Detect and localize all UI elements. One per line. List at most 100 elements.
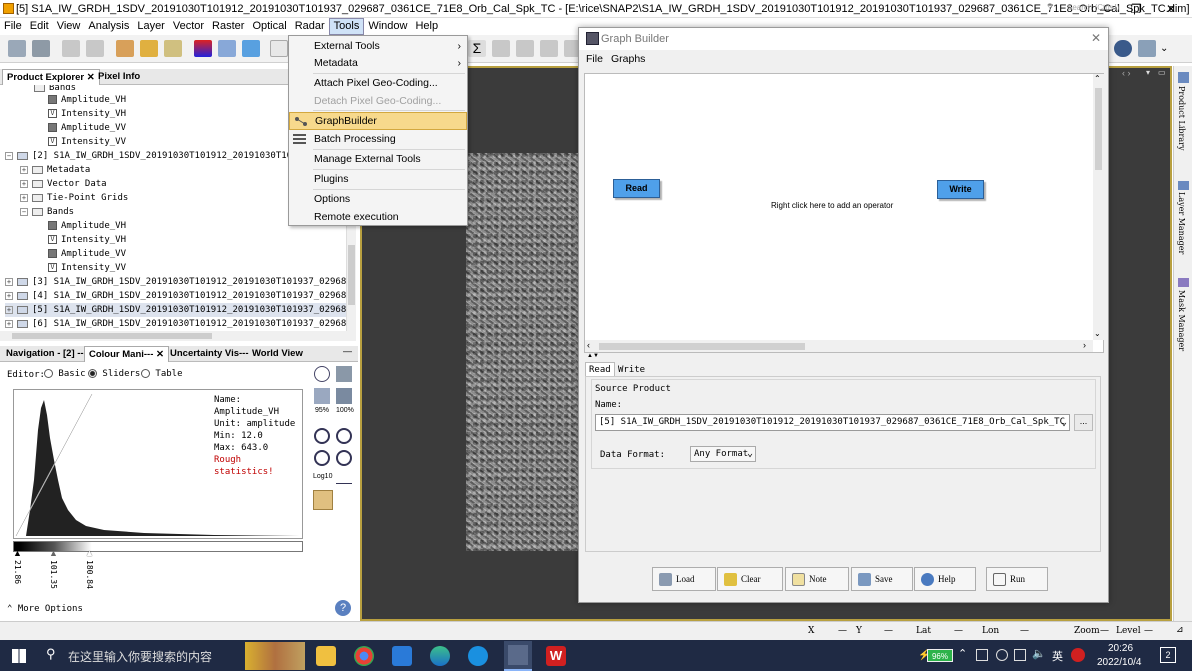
- chart-icon[interactable]: [270, 40, 288, 57]
- gb-tab-read[interactable]: Read: [585, 362, 615, 377]
- menu-optical[interactable]: Optical: [248, 18, 290, 35]
- zoom-out-vertical-icon[interactable]: [336, 428, 352, 444]
- tree-band-amplitude-vh-2[interactable]: Amplitude_VH: [48, 219, 126, 233]
- menu-vector[interactable]: Vector: [169, 18, 208, 35]
- toolbar-overflow-icon[interactable]: ⌄: [1160, 43, 1168, 54]
- load-button[interactable]: Load: [652, 567, 716, 591]
- collapse-icon[interactable]: −: [5, 151, 13, 160]
- expand-icon[interactable]: +: [20, 193, 28, 202]
- menu-radar[interactable]: Radar: [291, 18, 329, 35]
- scroll-right-icon[interactable]: ›: [1083, 340, 1086, 350]
- tree-node-tie-point-grids[interactable]: + Tie-Point Grids: [20, 191, 128, 205]
- globe-icon[interactable]: [1114, 40, 1132, 57]
- export-palette-icon[interactable]: [336, 388, 352, 404]
- menuitem-metadata[interactable]: Metadata ›: [289, 54, 467, 72]
- tree-product-5[interactable]: + [5] S1A_IW_GRDH_1SDV_20191030T101912_20…: [5, 303, 346, 317]
- zoom-in-vertical-icon[interactable]: [314, 428, 330, 444]
- minimize-button[interactable]: —: [1090, 0, 1122, 18]
- tree-band-amplitude-vv[interactable]: Amplitude_VV: [48, 121, 126, 135]
- tree-band-intensity-vh-2[interactable]: V Intensity_VH: [48, 233, 126, 247]
- help-button[interactable]: Help: [914, 567, 976, 591]
- help-icon[interactable]: ?: [335, 600, 351, 616]
- menuitem-remote-execution[interactable]: Remote execution: [289, 208, 467, 226]
- data-format-select[interactable]: Any Format ⌄: [690, 446, 756, 462]
- tab-product-explorer[interactable]: Product Explorer ✕: [2, 69, 100, 85]
- notification-center-icon[interactable]: 2: [1160, 647, 1176, 663]
- import-icon[interactable]: [140, 40, 158, 57]
- menu-help[interactable]: Help: [411, 18, 442, 35]
- tab-uncertainty-visualisation[interactable]: Uncertainty Vis---: [166, 346, 252, 362]
- panel-minimize-icon[interactable]: —: [343, 346, 352, 356]
- distribute-icon[interactable]: [336, 474, 352, 484]
- tree-band-amplitude-vv-2[interactable]: Amplitude_VV: [48, 247, 126, 261]
- menuitem-plugins[interactable]: Plugins: [289, 170, 467, 188]
- nav-arrows-icon[interactable]: ‹ ›: [1122, 68, 1131, 78]
- scroll-up-icon[interactable]: ⌃: [1094, 74, 1101, 83]
- expand-icon[interactable]: +: [5, 291, 13, 300]
- dialog-close-icon[interactable]: ✕: [1091, 31, 1101, 45]
- expand-icon[interactable]: +: [5, 305, 13, 314]
- gb-menu-graphs[interactable]: Graphs: [611, 53, 645, 65]
- run-button[interactable]: Run: [986, 567, 1048, 591]
- menuitem-options[interactable]: Options: [289, 190, 467, 208]
- zoom-out-horizontal-icon[interactable]: [336, 450, 352, 466]
- rgb-image-icon[interactable]: [194, 40, 212, 57]
- zoom-in-horizontal-icon[interactable]: [314, 450, 330, 466]
- histogram-panel[interactable]: Name: Amplitude_VH Unit: amplitude Min: …: [13, 389, 303, 539]
- expand-icon[interactable]: +: [20, 165, 28, 174]
- tray-chevron-up-icon[interactable]: ⌃: [958, 647, 967, 660]
- scrollbar-thumb[interactable]: [599, 343, 805, 350]
- side-tab-layer-manager[interactable]: Layer Manager: [1177, 192, 1186, 254]
- editor-mode-basic[interactable]: Basic: [44, 369, 86, 379]
- tree-band-amplitude-vh[interactable]: Amplitude_VH: [48, 93, 126, 107]
- more-options-toggle[interactable]: ⌃ More Options: [7, 604, 83, 614]
- volume-icon[interactable]: 🔈: [1032, 647, 1046, 660]
- note-button[interactable]: Note: [785, 567, 849, 591]
- tree-band-intensity-vh[interactable]: V Intensity_VH: [48, 107, 126, 121]
- menuitem-attach-pixel-geocoding[interactable]: Attach Pixel Geo-Coding...: [289, 74, 467, 92]
- scroll-left-icon[interactable]: ‹: [587, 340, 590, 350]
- slider-handle-max[interactable]: ▲: [85, 548, 94, 558]
- side-tab-mask-manager[interactable]: Mask Manager: [1177, 290, 1186, 351]
- graph-canvas[interactable]: Read Write Right click here to add an op…: [584, 73, 1104, 353]
- wave-icon[interactable]: [242, 40, 260, 57]
- battery-indicator[interactable]: 96%: [927, 649, 953, 662]
- tree-node-metadata[interactable]: + Metadata: [20, 163, 90, 177]
- tab-world-view[interactable]: World View: [248, 346, 307, 362]
- menuitem-graphbuilder[interactable]: GraphBuilder: [289, 112, 467, 130]
- graph-node-read[interactable]: Read: [613, 179, 660, 198]
- menu-layer[interactable]: Layer: [133, 18, 169, 35]
- canvas-vertical-scrollbar[interactable]: ⌃ ⌄: [1093, 74, 1104, 340]
- menuitem-manage-external-tools[interactable]: Manage External Tools: [289, 150, 467, 168]
- reset-icon[interactable]: [314, 366, 330, 382]
- info-toggle-icon[interactable]: [313, 490, 333, 510]
- tab-pixel-info[interactable]: Pixel Info: [94, 69, 144, 85]
- scrollbar-thumb[interactable]: [1095, 88, 1102, 170]
- log10-toggle[interactable]: Log10: [313, 473, 332, 480]
- tree-product-3[interactable]: + [3] S1A_IW_GRDH_1SDV_20191030T101912_20…: [5, 275, 346, 289]
- world-map-icon[interactable]: [218, 40, 236, 57]
- slider-value-min[interactable]: 21.86: [13, 560, 22, 584]
- layers-icon[interactable]: [1138, 40, 1156, 57]
- edge-icon[interactable]: [430, 646, 450, 666]
- clock-time[interactable]: 20:26: [1108, 643, 1133, 654]
- menuitem-external-tools[interactable]: External Tools ›: [289, 37, 467, 55]
- import-palette-icon[interactable]: [336, 366, 352, 382]
- tree-node-bands-2[interactable]: − Bands: [20, 205, 74, 219]
- menu-edit[interactable]: Edit: [26, 18, 53, 35]
- slider-value-max[interactable]: 180.84: [85, 560, 94, 589]
- undo-icon[interactable]: [62, 40, 80, 57]
- chrome-icon[interactable]: [354, 646, 374, 666]
- sigma-icon[interactable]: Σ: [468, 40, 486, 57]
- clock-date[interactable]: 2022/10/4: [1097, 657, 1142, 668]
- expand-icon[interactable]: +: [5, 319, 13, 328]
- slider-handle-mid[interactable]: ▲: [49, 548, 58, 558]
- search-icon[interactable]: ⚲: [46, 646, 56, 662]
- multi-assign-icon[interactable]: [314, 388, 330, 404]
- grid-icon[interactable]: [540, 40, 558, 57]
- gcp-tool-icon[interactable]: [516, 40, 534, 57]
- sogou-ime-icon[interactable]: [1071, 648, 1085, 662]
- wifi-icon[interactable]: [996, 649, 1008, 661]
- side-tab-product-library[interactable]: Product Library: [1177, 86, 1186, 150]
- file-explorer-icon[interactable]: [316, 646, 336, 666]
